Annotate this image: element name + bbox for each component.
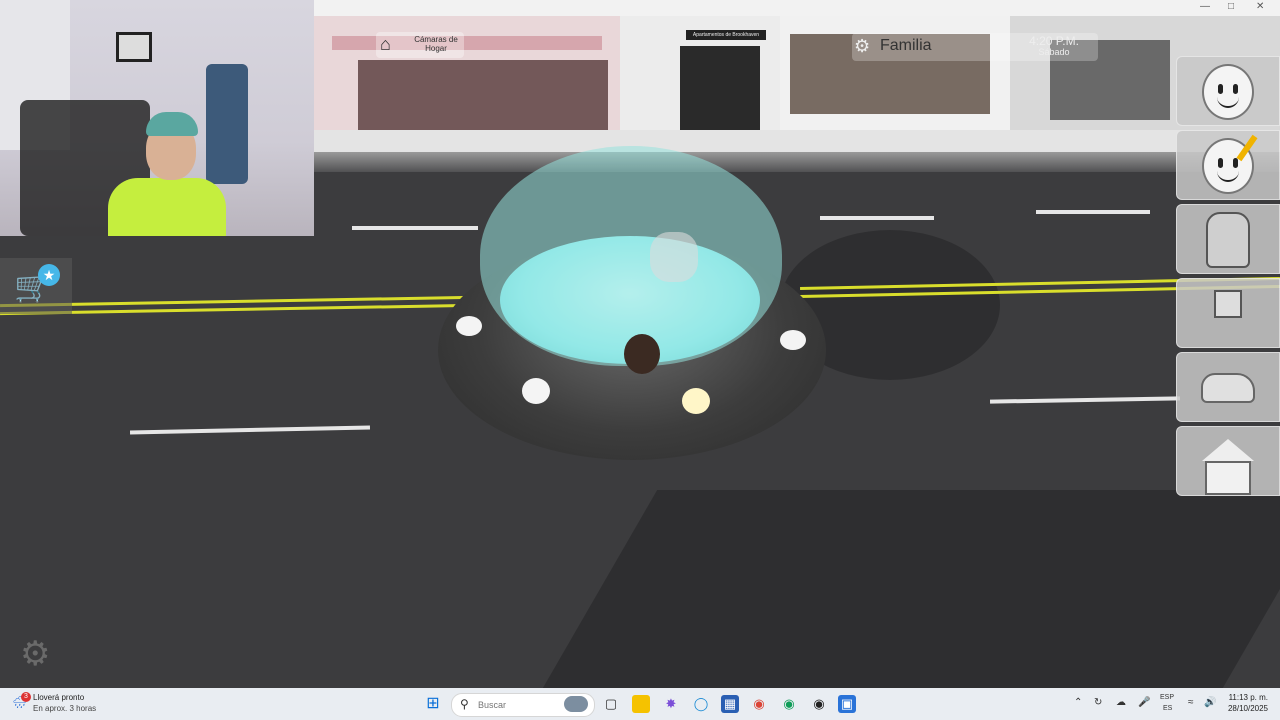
house-button[interactable] (1176, 426, 1280, 496)
ufo-dome (480, 146, 782, 366)
search-highlight-icon (564, 696, 588, 712)
search-icon: ⚲ (460, 697, 469, 711)
roblox-icon[interactable]: ▣ (838, 695, 856, 713)
microphone-icon[interactable]: 🎤 (1138, 697, 1150, 708)
webcam-overlay (0, 0, 314, 236)
vehicle-button[interactable] (1176, 352, 1280, 422)
maximize-icon[interactable]: □ (1228, 1, 1234, 12)
gear-icon[interactable]: ⚙ (20, 634, 50, 674)
chrome-profile-icon[interactable]: ◉ (780, 695, 798, 713)
webcam-picture-frame (116, 32, 152, 62)
minimize-icon[interactable]: — (1200, 1, 1210, 12)
chrome-icon[interactable]: ◉ (750, 695, 768, 713)
store-icon[interactable]: ▦ (721, 695, 739, 713)
smiley-face-pencil-icon (1201, 134, 1258, 194)
home-cameras-button[interactable]: ⌂ Cámaras de Hogar (376, 32, 464, 58)
cloud-icon[interactable]: ☁ (1116, 697, 1126, 708)
sidewalk (314, 130, 1280, 154)
wifi-icon[interactable]: ≈ (1188, 697, 1194, 708)
ufo-light (682, 388, 710, 414)
window-titlebar (314, 0, 1280, 16)
store-sign: Apartamentos de Brookhaven (686, 30, 766, 40)
search-input[interactable] (476, 697, 564, 713)
lane-marking (820, 216, 934, 220)
keyboard-layout[interactable]: ES (1163, 705, 1172, 712)
backpack-button[interactable] (1176, 204, 1280, 274)
notification-badge: 3 (21, 692, 31, 702)
chevron-up-icon[interactable]: ⌃ (1074, 697, 1082, 708)
building-shadow (542, 490, 1280, 688)
webcam-person-body (108, 178, 226, 236)
language-indicator[interactable]: ESP (1160, 694, 1174, 701)
webcam-hanging-clothes (206, 64, 248, 184)
game-app-icon[interactable]: ◉ (810, 695, 828, 713)
taskbar-clock-time[interactable]: 11:13 p. m. (1222, 693, 1268, 702)
lane-marking (352, 226, 478, 230)
roleplay-character-button[interactable] (1176, 278, 1280, 348)
star-icon: ★ (38, 264, 60, 286)
car-icon (1201, 361, 1255, 415)
taskbar-search[interactable]: ⚲ (451, 693, 595, 717)
game-time: 4:20 P.M. (1029, 34, 1079, 48)
game-day: Sábado (1038, 47, 1070, 57)
character-icon (1201, 287, 1255, 341)
lane-marking (1036, 210, 1150, 214)
avatar-face-button[interactable] (1176, 56, 1280, 126)
weather-subtitle[interactable]: En aprox. 3 horas (33, 704, 96, 713)
sync-icon[interactable]: ↻ (1094, 697, 1102, 708)
smiley-face-icon (1201, 64, 1255, 120)
house-camera-icon: ⌂ (380, 34, 391, 54)
ufo-light (780, 330, 806, 350)
volume-icon[interactable]: 🔊 (1204, 697, 1216, 708)
player-character[interactable] (650, 232, 698, 282)
webcam-person-cap (146, 112, 198, 136)
pink-storefront (314, 16, 620, 142)
team-label[interactable]: Familia (880, 37, 932, 55)
right-menu (1176, 56, 1280, 498)
home-cameras-label: Cámaras de Hogar (414, 35, 458, 53)
taskbar-clock-date[interactable]: 28/10/2025 (1222, 704, 1268, 713)
file-explorer-icon[interactable] (632, 695, 650, 713)
edge-icon[interactable]: ◯ (692, 695, 710, 713)
ufo-light (456, 316, 482, 336)
task-view-icon[interactable]: ▢ (602, 695, 620, 713)
weather-title[interactable]: Lloverá pronto (33, 693, 84, 702)
backpack-icon (1201, 212, 1255, 268)
copilot-icon[interactable]: ✸ (662, 695, 680, 713)
team-icon: ⚙ (854, 36, 871, 56)
house-icon (1201, 435, 1255, 495)
avatar-edit-button[interactable] (1176, 130, 1280, 200)
windows-start-icon[interactable]: ⊞ (424, 695, 442, 713)
driver-avatar (624, 334, 660, 374)
ufo-light (522, 378, 550, 404)
close-icon[interactable]: ✕ (1256, 1, 1264, 12)
